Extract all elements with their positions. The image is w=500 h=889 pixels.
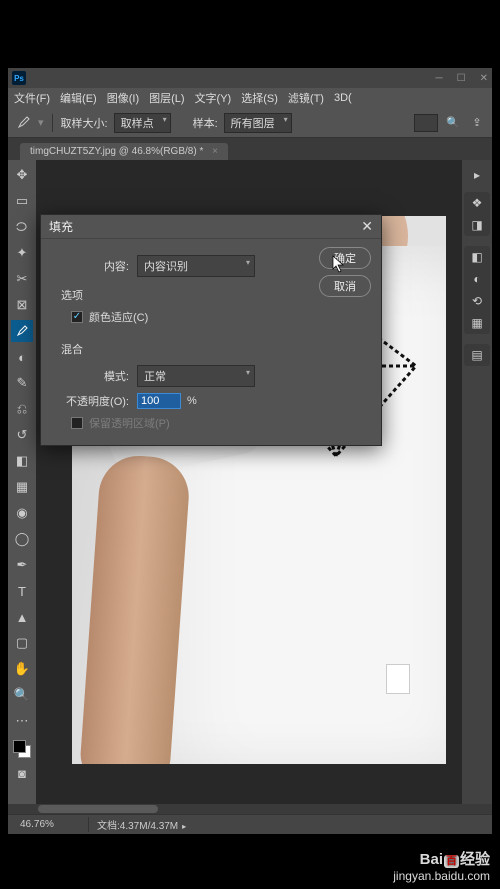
window-titlebar: Ps ─ ☐ ✕ — [8, 68, 492, 88]
foreground-swatch[interactable] — [13, 740, 26, 753]
color-panel-icon[interactable]: ◧ — [471, 250, 482, 264]
sample-layers-dropdown[interactable]: 所有图层 — [224, 113, 292, 133]
ok-button[interactable]: 确定 — [319, 247, 371, 269]
watermark-url: jingyan.baidu.com — [393, 869, 490, 883]
status-bar: 46.76% 文档:4.37M/4.37M▸ — [8, 814, 492, 834]
ps-app-icon: Ps — [12, 71, 26, 85]
sample-label: 样本: — [193, 115, 218, 131]
pen-tool-icon[interactable]: ✒ — [11, 554, 33, 576]
preserve-transparency-label: 保留透明区域(P) — [89, 415, 170, 431]
move-tool-icon[interactable]: ✥ — [11, 164, 33, 186]
eyedropper-tool-icon[interactable] — [14, 114, 32, 132]
document-tab[interactable]: timgCHUZT5ZY.jpg @ 46.8%(RGB/8) * × — [20, 143, 228, 160]
eraser-tool-icon[interactable]: ◧ — [11, 450, 33, 472]
menu-bar: 文件(F) 编辑(E) 图像(I) 图层(L) 文字(Y) 选择(S) 滤镜(T… — [8, 88, 492, 108]
magic-wand-tool-icon[interactable]: ✦ — [11, 242, 33, 264]
zoom-tool-icon[interactable]: 🔍 — [11, 684, 33, 706]
document-tab-title: timgCHUZT5ZY.jpg @ 46.8%(RGB/8) * — [30, 146, 203, 157]
blend-group-label: 混合 — [51, 337, 371, 359]
menu-edit[interactable]: 编辑(E) — [60, 90, 97, 106]
close-tab-icon[interactable]: × — [212, 146, 218, 157]
close-icon[interactable]: ✕ — [361, 218, 373, 235]
zoom-level[interactable]: 46.76% — [12, 819, 88, 830]
layers-panel-icon[interactable]: ❖ — [472, 196, 483, 210]
hand-tool-icon[interactable]: ✋ — [11, 658, 33, 680]
mode-dropdown[interactable]: 正常 — [137, 365, 255, 387]
preserve-transparency-checkbox: 保留透明区域(P) — [61, 415, 371, 431]
opacity-input[interactable] — [137, 393, 181, 409]
share-icon[interactable]: ⇪ — [468, 114, 486, 132]
menu-3d[interactable]: 3D( — [334, 92, 352, 104]
menu-file[interactable]: 文件(F) — [14, 90, 50, 106]
scrollbar-thumb[interactable] — [38, 805, 158, 813]
type-tool-icon[interactable]: T — [11, 580, 33, 602]
opacity-label: 不透明度(O): — [61, 393, 137, 409]
document-info[interactable]: 文档:4.37M/4.37M▸ — [88, 817, 194, 832]
marquee-tool-icon[interactable]: ▭ — [11, 190, 33, 212]
frame-tool-icon[interactable]: ⊠ — [11, 294, 33, 316]
color-swatches[interactable] — [13, 740, 31, 758]
tools-panel: ✥ ▭ ✦ ✂ ⊠ ◐ ✎ ⎌ ↺ ◧ ▦ ◉ ◯ ✒ T ▲ ▢ ✋ 🔍 ⋯ — [8, 160, 36, 804]
content-dropdown[interactable]: 内容识别 — [137, 255, 255, 277]
properties-panel-icon[interactable]: ▦ — [471, 316, 482, 330]
lasso-tool-icon[interactable] — [11, 216, 33, 238]
color-adapt-checkbox[interactable]: 颜色适应(C) — [61, 309, 371, 325]
watermark: Bai百经验 jingyan.baidu.com — [393, 851, 490, 883]
menu-filter[interactable]: 滤镜(T) — [288, 90, 324, 106]
maximize-button[interactable]: ☐ — [457, 73, 466, 84]
chevron-right-icon[interactable]: ▸ — [182, 822, 186, 831]
menu-select[interactable]: 选择(S) — [241, 90, 278, 106]
libraries-panel-icon[interactable]: ▤ — [471, 348, 482, 362]
healing-brush-tool-icon[interactable]: ◐ — [11, 346, 33, 368]
close-window-button[interactable]: ✕ — [480, 73, 488, 84]
quickmask-icon[interactable]: ◙ — [11, 762, 33, 784]
options-bar: ▾ 取样大小: 取样点 样本: 所有图层 🔍 ⇪ — [8, 108, 492, 138]
dialog-title: 填充 — [49, 218, 73, 235]
mode-label: 模式: — [61, 368, 137, 384]
menu-layer[interactable]: 图层(L) — [149, 90, 184, 106]
search-box[interactable] — [414, 114, 438, 132]
opacity-percent: % — [187, 395, 197, 407]
menu-image[interactable]: 图像(I) — [107, 90, 139, 106]
search-icon[interactable]: 🔍 — [444, 114, 462, 132]
history-panel-icon[interactable]: ⟲ — [472, 294, 482, 308]
edit-toolbar-icon[interactable]: ⋯ — [11, 710, 33, 732]
history-brush-tool-icon[interactable]: ↺ — [11, 424, 33, 446]
path-select-tool-icon[interactable]: ▲ — [11, 606, 33, 628]
shape-tool-icon[interactable]: ▢ — [11, 632, 33, 654]
channels-panel-icon[interactable]: ◨ — [471, 218, 482, 232]
brush-tool-icon[interactable]: ✎ — [11, 372, 33, 394]
content-label: 内容: — [51, 258, 137, 274]
minimize-button[interactable]: ─ — [436, 73, 443, 84]
checkbox-icon — [71, 417, 83, 429]
color-adapt-label: 颜色适应(C) — [89, 309, 148, 325]
menu-text[interactable]: 文字(Y) — [195, 90, 232, 106]
tshirt-tag — [386, 664, 410, 694]
cancel-button[interactable]: 取消 — [319, 275, 371, 297]
fill-dialog: 填充 ✕ 确定 取消 内容: 内容识别 选项 颜色适应(C) 混合 模式: 正常… — [40, 214, 382, 446]
horizontal-scrollbar[interactable] — [8, 804, 492, 814]
blur-tool-icon[interactable]: ◉ — [11, 502, 33, 524]
eyedropper-tool-icon[interactable] — [11, 320, 33, 342]
crop-tool-icon[interactable]: ✂ — [11, 268, 33, 290]
panel-expand-icon[interactable]: ▸ — [474, 168, 480, 182]
checkbox-icon[interactable] — [71, 311, 83, 323]
adjustments-panel-icon[interactable]: ◐ — [473, 272, 480, 286]
right-panels: ▸ ❖ ◨ ◧ ◐ ⟲ ▦ ▤ — [462, 160, 492, 804]
sample-size-dropdown[interactable]: 取样点 — [114, 113, 171, 133]
dialog-titlebar[interactable]: 填充 ✕ — [41, 215, 381, 239]
clone-stamp-tool-icon[interactable]: ⎌ — [11, 398, 33, 420]
document-tab-bar: timgCHUZT5ZY.jpg @ 46.8%(RGB/8) * × — [8, 138, 492, 160]
dodge-tool-icon[interactable]: ◯ — [11, 528, 33, 550]
sample-size-label: 取样大小: — [61, 115, 108, 131]
gradient-tool-icon[interactable]: ▦ — [11, 476, 33, 498]
